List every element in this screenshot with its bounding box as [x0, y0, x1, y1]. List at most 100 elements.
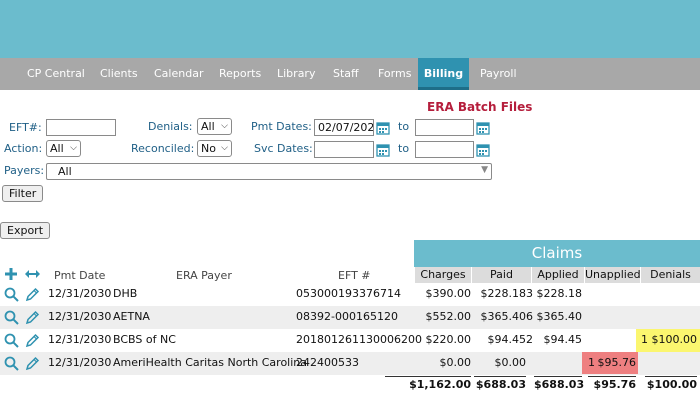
paid-value: $0.00: [494, 356, 527, 369]
unapplied-count: 1: [588, 356, 595, 369]
reconciled-select[interactable]: No ⌵: [197, 140, 232, 157]
expand-width-icon[interactable]: [24, 268, 41, 280]
era-payer: AmeriHealth Caritas North Carolina: [113, 356, 308, 369]
total-denials: $100.00: [645, 376, 697, 391]
applied-value[interactable]: $94.45: [536, 333, 583, 346]
calendar-icon[interactable]: [376, 143, 390, 157]
svc-date-from-input[interactable]: [314, 141, 374, 158]
caret-down-icon: ▼: [481, 165, 488, 175]
search-icon[interactable]: [4, 356, 19, 371]
applied-count: 3: [526, 287, 533, 300]
eft-input[interactable]: [46, 119, 116, 136]
calendar-icon[interactable]: [476, 121, 490, 135]
column-header-applied[interactable]: Applied: [531, 267, 584, 283]
applied-value[interactable]: $365.40: [536, 310, 583, 323]
nav-staff[interactable]: Staff: [333, 58, 359, 90]
plus-icon[interactable]: [4, 267, 18, 281]
eft-label: EFT#:: [9, 121, 42, 134]
main-nav: CP Central Clients Calendar Reports Libr…: [0, 58, 700, 90]
eft-number: 08392-000165120: [296, 310, 398, 323]
table-row: 12/31/2030 AETNA 08392-000165120 $552.00…: [0, 306, 700, 329]
table-row: 12/31/2030 BCBS of NC 201801261130006200…: [0, 329, 700, 352]
calendar-icon[interactable]: [476, 143, 490, 157]
eft-number: 053000193376714: [296, 287, 401, 300]
column-header-unapplied[interactable]: Unapplied: [584, 267, 641, 283]
pmt-date: 12/31/2030: [48, 333, 112, 346]
top-banner: [0, 0, 700, 58]
action-select[interactable]: All ⌵: [46, 140, 81, 157]
total-applied: $688.03: [534, 376, 585, 391]
charges-value: $552.00: [425, 310, 472, 323]
pmt-date: 12/31/2030: [48, 356, 112, 369]
denials-select[interactable]: All ⌵: [197, 118, 232, 135]
chevron-down-icon: ⌵: [221, 143, 228, 153]
claims-header: Claims: [414, 240, 700, 267]
chevron-down-icon: ⌵: [70, 143, 77, 153]
total-unapplied: $95.76: [588, 376, 636, 391]
denials-label: Denials:: [148, 120, 193, 133]
era-payer: AETNA: [113, 310, 150, 323]
charges-value: $390.00: [425, 287, 472, 300]
reconciled-selected: No: [201, 142, 216, 155]
payers-select[interactable]: All ▼: [46, 163, 492, 180]
table-row: 12/31/2030 AmeriHealth Caritas North Car…: [0, 352, 700, 375]
chevron-down-icon: ⌵: [221, 121, 228, 131]
pencil-icon[interactable]: [25, 287, 40, 302]
search-icon[interactable]: [4, 287, 19, 302]
calendar-icon[interactable]: [376, 121, 390, 135]
pmt-to-label: to: [398, 120, 410, 133]
column-header-eft[interactable]: EFT #: [338, 269, 371, 282]
nav-cp-central[interactable]: CP Central: [27, 58, 85, 90]
nav-payroll[interactable]: Payroll: [480, 58, 517, 90]
nav-billing[interactable]: Billing: [418, 58, 469, 90]
pmt-date: 12/31/2030: [48, 310, 112, 323]
era-payer: BCBS of NC: [113, 333, 176, 346]
table-row: 12/31/2030 DHB 053000193376714 $390.00 $…: [0, 283, 700, 306]
page-title: ERA Batch Files: [427, 100, 533, 114]
pencil-icon[interactable]: [25, 333, 40, 348]
paid-value: $365.40: [480, 310, 527, 323]
payers-selected: All: [58, 165, 72, 178]
svc-date-to-input[interactable]: [415, 141, 474, 158]
charges-value: $0.00: [439, 356, 472, 369]
nav-forms[interactable]: Forms: [378, 58, 411, 90]
eft-number: 201801261130006200: [296, 333, 422, 346]
applied-count: 6: [526, 310, 533, 323]
nav-reports[interactable]: Reports: [219, 58, 261, 90]
pencil-icon[interactable]: [25, 356, 40, 371]
pmt-date-to-input[interactable]: [415, 119, 474, 136]
svc-dates-label: Svc Dates:: [254, 142, 313, 155]
action-label: Action:: [4, 142, 43, 155]
paid-value: $94.45: [487, 333, 527, 346]
column-header-paid[interactable]: Paid: [471, 267, 531, 283]
pencil-icon[interactable]: [25, 310, 40, 325]
eft-number: 242400533: [296, 356, 359, 369]
pmt-date: 12/31/2030: [48, 287, 112, 300]
column-header-pmt-date[interactable]: Pmt Date: [54, 269, 105, 282]
column-header-denials[interactable]: Denials: [640, 267, 700, 283]
search-icon[interactable]: [4, 333, 19, 348]
denials-value[interactable]: $100.00: [650, 333, 698, 346]
charges-value: $220.00: [425, 333, 472, 346]
unapplied-value[interactable]: $95.76: [596, 356, 637, 369]
action-selected: All: [50, 142, 64, 155]
column-header-charges[interactable]: Charges: [414, 267, 471, 283]
nav-calendar[interactable]: Calendar: [154, 58, 203, 90]
applied-value[interactable]: $228.18: [536, 287, 583, 300]
nav-clients[interactable]: Clients: [100, 58, 138, 90]
payers-label: Payers:: [4, 164, 45, 177]
svc-to-label: to: [398, 142, 410, 155]
applied-count: 2: [526, 333, 533, 346]
nav-library[interactable]: Library: [277, 58, 315, 90]
reconciled-label: Reconciled:: [131, 142, 195, 155]
search-icon[interactable]: [4, 310, 19, 325]
denials-selected: All: [201, 120, 215, 133]
pmt-dates-label: Pmt Dates:: [251, 120, 312, 133]
paid-value: $228.18: [480, 287, 527, 300]
filter-button[interactable]: Filter: [2, 185, 44, 202]
export-button[interactable]: Export: [0, 222, 51, 239]
pmt-date-from-input[interactable]: 02/07/202: [314, 119, 374, 136]
total-paid: $688.03: [474, 376, 526, 391]
total-charges: $1,162.00: [385, 376, 471, 391]
column-header-era-payer[interactable]: ERA Payer: [176, 269, 232, 282]
